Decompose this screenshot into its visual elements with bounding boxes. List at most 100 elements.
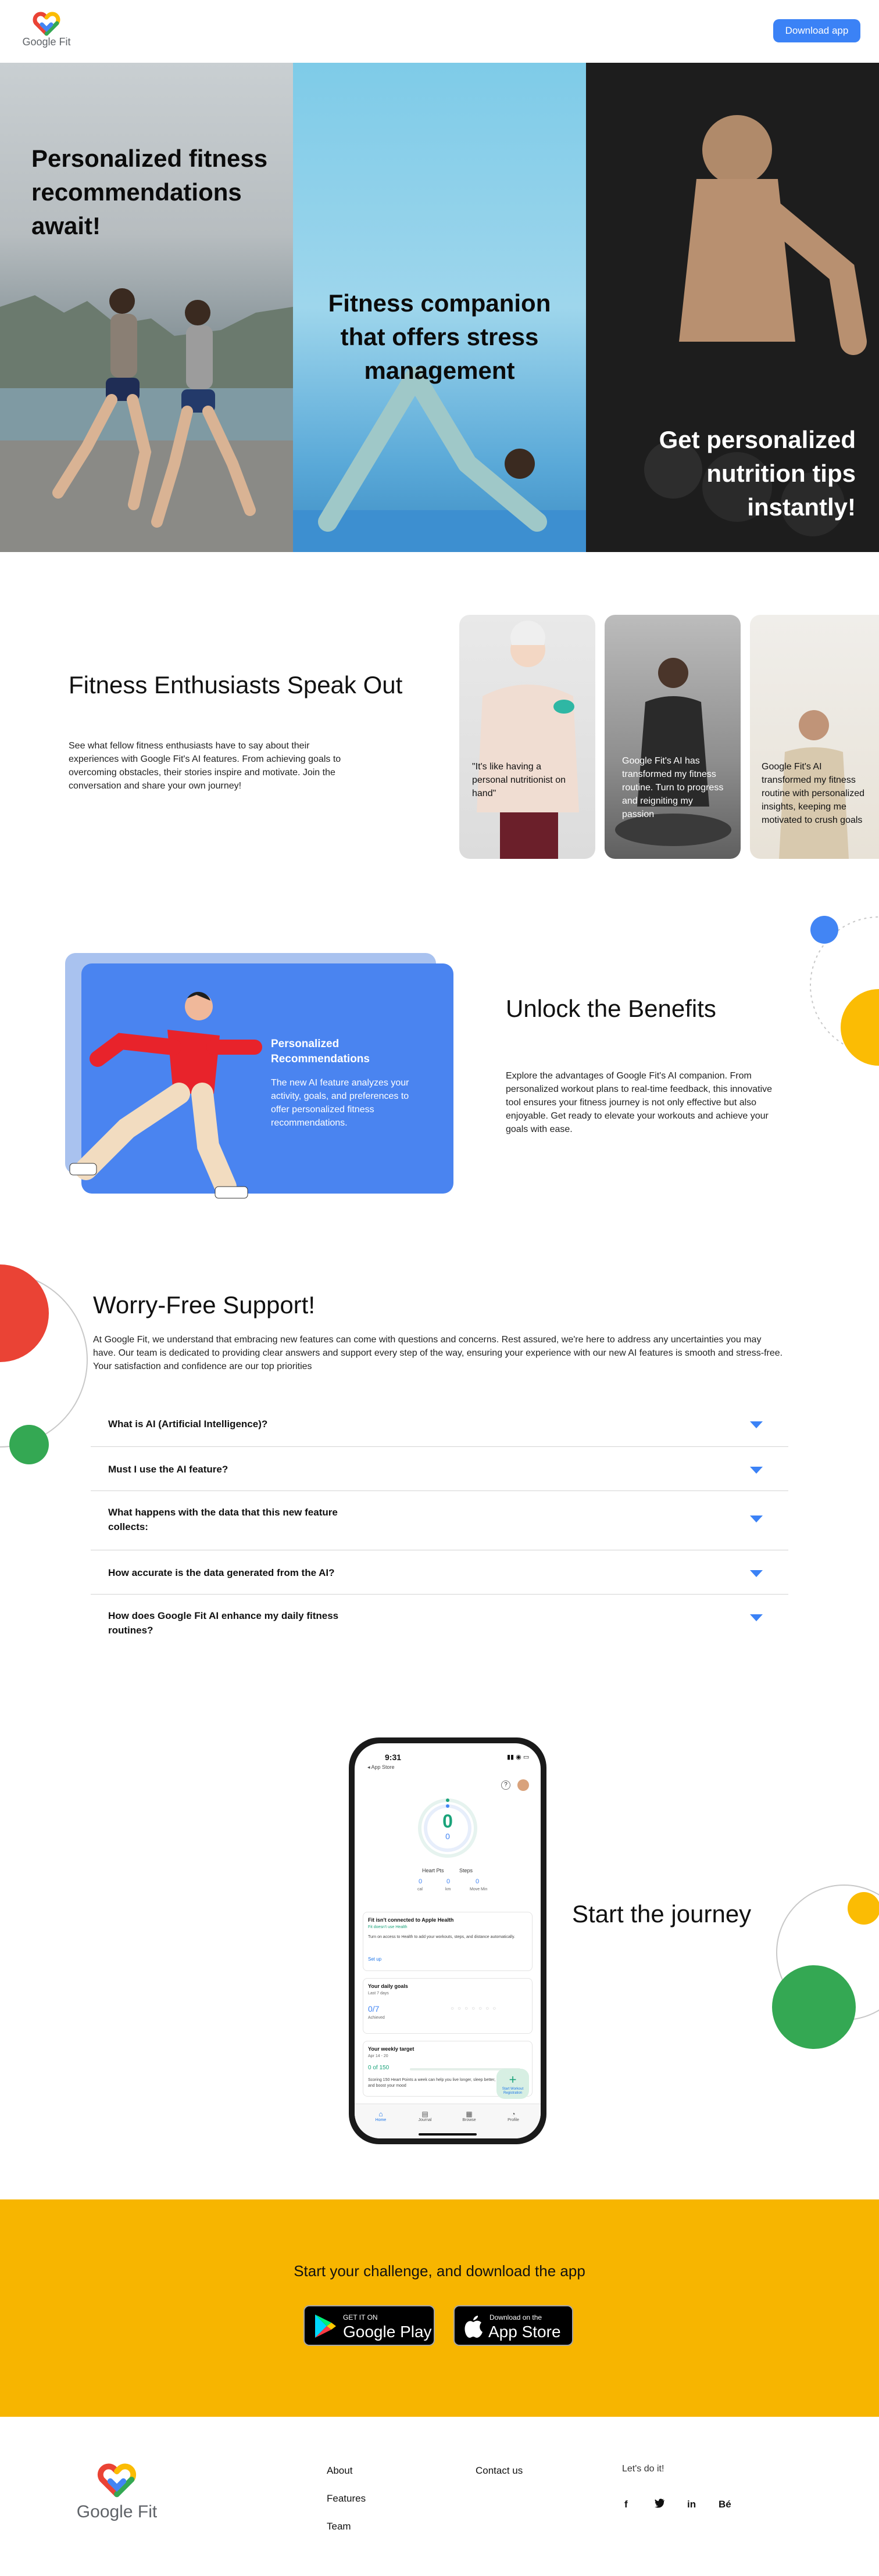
hero-title-3: Get personalized nutrition tips instantl… [659,426,856,521]
footer-link-team[interactable]: Team [327,2521,351,2532]
faq-question: How accurate is the data generated from … [108,1567,335,1578]
footer-link-features[interactable]: Features [327,2493,366,2505]
stat-cal-label: cal [417,1887,423,1891]
daily-goals-card[interactable]: Your daily goals Last 7 days 0/7 Achieve… [363,1978,533,2034]
set-up-link[interactable]: Set up [368,1957,381,1962]
nav-journal[interactable]: ▤ Journal [416,2110,434,2122]
weekly-value: 0 of 150 [368,2065,390,2071]
linkedin-icon[interactable]: in [687,2499,696,2510]
card-sub: Last 7 days [368,1991,389,1995]
google-fit-heart-icon [97,2463,137,2498]
site-header: Google Fit Download app [0,0,879,63]
testimonial-card[interactable]: "It's like having a personal nutritionis… [459,615,595,859]
footer-link-contact[interactable]: Contact us [476,2465,523,2477]
faq-list: What is AI (Artificial Intelligence)? Mu… [91,1402,788,1653]
nav-profile[interactable]: ◔ Profile [505,2110,522,2122]
behance-icon[interactable]: Bé [719,2499,731,2510]
help-icon[interactable]: ? [501,1780,510,1790]
phone-screen: 9:31 ◂ App Store ▮▮ ◉ ▭ ? 0 0 Heart Pts … [355,1743,541,2138]
faq-item[interactable]: How does Google Fit AI enhance my daily … [91,1595,788,1653]
testimonial-quote: "It's like having a personal nutritionis… [472,762,566,798]
footer-social-label: Let's do it! [622,2464,664,2474]
google-play-icon [315,2315,336,2338]
profile-icon: ◔ [511,2110,516,2118]
logo-text: Google Fit [22,36,71,48]
bottom-nav: ⌂ Home ▤ Journal ▦ Browse ◔ Profile [355,2104,541,2138]
testimonial-card[interactable]: Google Fit's AI transformed my fitness r… [750,615,879,859]
benefit-card-title: Personalized Recommendations [271,1038,370,1065]
steps-label: Steps [459,1868,473,1873]
faq-item[interactable]: What is AI (Artificial Intelligence)? [91,1402,788,1447]
home-icon: ⌂ [378,2110,383,2118]
decor-circles-journey [772,1884,879,2049]
footer-link-about[interactable]: About [327,2465,352,2477]
benefit-card-text: The new AI feature analyzes your activit… [271,1078,409,1128]
card-sub: Fit doesn't use Health [368,1925,408,1929]
heart-pts-label: Heart Pts [422,1868,444,1873]
hero-panel-yoga: Fitness companion that offers stress man… [293,63,586,552]
avatar[interactable] [517,1779,529,1791]
faq-question: Must I use the AI feature? [108,1464,228,1475]
card-title: Fit isn't connected to Apple Health [368,1917,454,1923]
woman-dumbbell-illustration [477,621,579,859]
google-play-small: GET IT ON [343,2313,378,2321]
faq-item[interactable]: Must I use the AI feature? [91,1447,788,1491]
footer-logo[interactable]: Google Fit [73,2462,160,2525]
stat-cal-value: 0 [419,1878,423,1885]
nav-label: Profile [508,2118,519,2122]
nav-home[interactable]: ⌂ Home [372,2110,390,2122]
goals-label: Achieved [368,2016,385,2020]
nav-label: Home [375,2118,387,2122]
decor-circles-right [810,916,879,1066]
hero-title-1: Personalized fitness recommendations awa… [31,145,268,239]
decor-circles-left [0,1264,88,1464]
twitter-icon[interactable] [655,2499,665,2511]
testimonial-card[interactable]: Google Fit's AI has transformed my fitne… [605,615,741,859]
chevron-down-icon[interactable] [750,1467,763,1474]
stat-move-label: Move Min [470,1887,488,1891]
ring-value-steps: 0 [445,1832,450,1841]
hero-section: Personalized fitness recommendations awa… [0,63,879,552]
download-cta-section: Start your challenge, and download the a… [0,2199,879,2417]
card-title: Your daily goals [368,1983,408,1989]
google-play-big: Google Play [343,2323,432,2341]
google-fit-heart-icon [33,12,60,36]
app-store-big: App Store [488,2323,561,2341]
stat-km-value: 0 [446,1878,451,1885]
weekly-body: Scoring 150 Heart Points a week can help… [368,2078,496,2088]
chevron-down-icon[interactable] [750,1614,763,1621]
unlock-benefits-title: Unlock the Benefits [506,995,716,1022]
card-sub: Apr 14 - 20 [368,2054,388,2058]
nav-label: Journal [418,2118,432,2122]
plus-icon: + [509,2072,517,2087]
start-workout-fab[interactable]: + Start Workout Registration [496,2069,529,2099]
google-play-button[interactable]: GET IT ON Google Play [303,2305,435,2346]
chevron-down-icon[interactable] [750,1570,763,1577]
phone-time: 9:31 [385,1753,402,1762]
stat-move-value: 0 [476,1878,480,1885]
testimonials-title: Fitness Enthusiasts Speak Out [69,671,403,698]
phone-back-link[interactable]: ◂ App Store [367,1764,395,1771]
fab-label: Start Workout Registration [502,2087,524,2095]
app-store-button[interactable]: Download on the App Store [453,2305,573,2346]
apple-health-card[interactable]: Fit isn't connected to Apple Health Fit … [363,1912,533,1971]
google-fit-logo[interactable]: Google Fit [17,10,76,51]
chevron-down-icon[interactable] [750,1421,763,1428]
app-store-small: Download on the [489,2313,542,2321]
testimonial-quote: Google Fit's AI transformed my fitness r… [762,762,864,825]
browse-icon: ▦ [466,2110,473,2118]
faq-item[interactable]: What happens with the data that this new… [91,1491,788,1550]
faq-title: Worry-Free Support! [93,1291,315,1319]
unlock-benefits-description: Explore the advantages of Google Fit's A… [506,1071,773,1134]
download-app-button[interactable]: Download app [773,19,860,42]
facebook-icon[interactable]: f [624,2499,628,2510]
nav-label: Browse [462,2118,476,2122]
apple-icon [464,2316,483,2338]
testimonials-description: See what fellow fitness enthusiasts have… [69,741,341,791]
hero-panel-running: Personalized fitness recommendations awa… [0,63,293,552]
nav-browse[interactable]: ▦ Browse [460,2110,478,2122]
stat-km-label: km [445,1887,451,1891]
chevron-down-icon[interactable] [750,1515,763,1522]
faq-item[interactable]: How accurate is the data generated from … [91,1550,788,1595]
home-indicator [419,2133,477,2136]
